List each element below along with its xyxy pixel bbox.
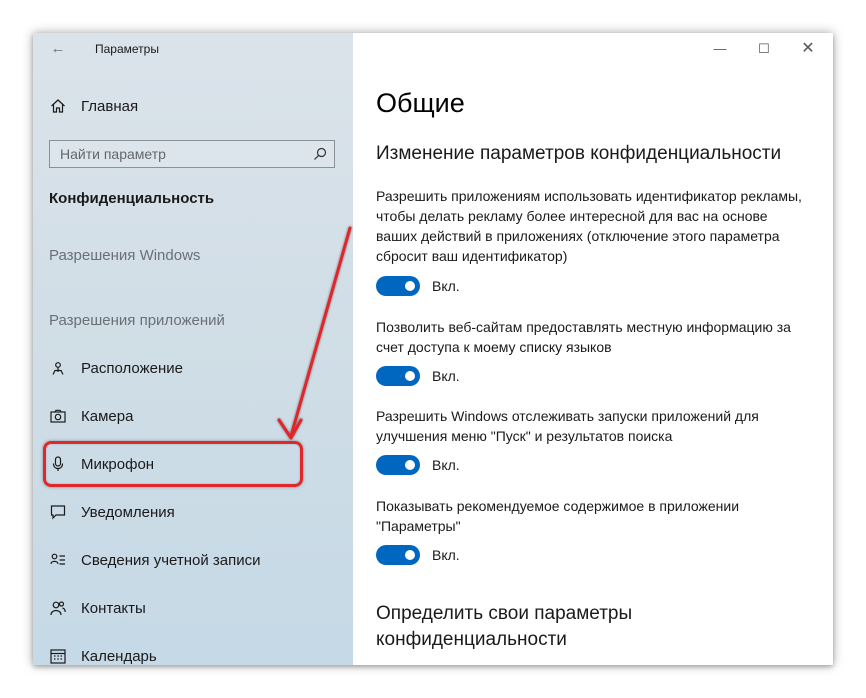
toggle-state-label: Вкл. [432,457,460,473]
sidebar-item-label: Календарь [81,647,157,665]
page-title: Общие [376,88,465,118]
maximize-button[interactable]: ☐ [749,37,779,61]
setting-description-suggested-content: Показывать рекомендуемое содержимое в пр… [376,498,740,534]
sidebar-item-label: Главная [81,97,139,115]
back-arrow-icon[interactable]: ← [49,39,67,59]
toggle-state-label: Вкл. [432,547,460,563]
window-title: Параметры [95,42,159,56]
sidebar-item-account-info[interactable]: Сведения учетной записи [49,547,261,573]
calendar-icon [49,647,67,665]
sidebar-item-label: Сведения учетной записи [81,551,261,569]
section-title: Конфиденциальность [49,190,215,207]
sidebar-item-label: Уведомления [81,503,175,521]
toggle-row-suggested-content: Вкл. [376,545,460,565]
toggle-knob [405,460,415,470]
sidebar-item-location[interactable]: Расположение [49,355,183,381]
home-icon [49,97,67,115]
microphone-highlight-frame [43,441,303,487]
sidebar: ← Параметры Главная Конфиденциальность Р… [33,33,353,665]
choose-privacy-heading: Определить свои параметры конфиденциальн… [376,603,633,650]
search-input[interactable] [60,146,300,162]
search-box[interactable] [49,140,335,168]
location-icon [49,359,67,377]
sidebar-item-label: Контакты [81,599,146,617]
sidebar-item-notifications[interactable]: Уведомления [49,499,175,525]
group-label-apps: Разрешения приложений [49,312,225,329]
setting-description-language-list: Позволить веб-сайтам предоставлять местн… [376,319,791,355]
suggested-content-toggle[interactable] [376,545,420,565]
language-list-toggle[interactable] [376,366,420,386]
search-icon[interactable] [312,146,328,162]
notification-icon [49,503,67,521]
toggle-row-app-launches: Вкл. [376,455,460,475]
close-button[interactable]: ✕ [793,37,823,61]
privacy-settings-heading: Изменение параметров конфиденциальности [376,143,782,164]
toggle-row-ad-id: Вкл. [376,276,460,296]
ad-id-toggle[interactable] [376,276,420,296]
sidebar-item-home[interactable]: Главная [49,93,138,119]
toggle-knob [405,550,415,560]
group-label-windows: Разрешения Windows [49,247,201,264]
app-launches-toggle[interactable] [376,455,420,475]
main-panel: — ☐ ✕ Общие Изменение параметров конфиде… [353,33,833,665]
minimize-button[interactable]: — [705,37,735,61]
toggle-knob [405,371,415,381]
toggle-state-label: Вкл. [432,368,460,384]
camera-icon [49,407,67,425]
toggle-state-label: Вкл. [432,278,460,294]
setting-description-ad-id: Разрешить приложениям использовать идент… [376,188,802,264]
toggle-knob [405,281,415,291]
account-info-icon [49,551,67,569]
sidebar-item-label: Камера [81,407,134,425]
toggle-row-language-list: Вкл. [376,366,460,386]
contacts-icon [49,599,67,617]
sidebar-item-contacts[interactable]: Контакты [49,595,146,621]
setting-description-app-launches: Разрешить Windows отслеживать запуски пр… [376,408,759,444]
sidebar-item-label: Расположение [81,359,183,377]
sidebar-item-camera[interactable]: Камера [49,403,133,429]
sidebar-item-calendar[interactable]: Календарь [49,643,157,665]
settings-window: ← Параметры Главная Конфиденциальность Р… [33,33,833,665]
